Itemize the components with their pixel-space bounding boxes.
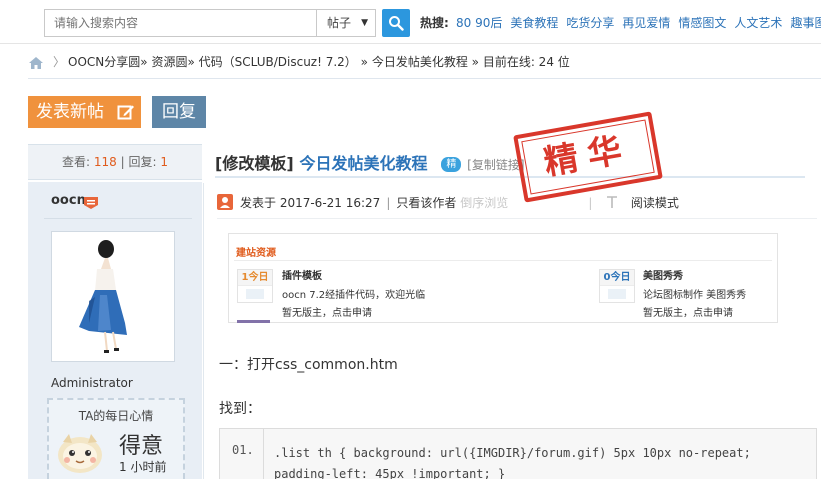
replies-count: 1: [160, 155, 168, 169]
online-count: 目前在线: 24 位: [482, 55, 570, 69]
search-button[interactable]: [382, 9, 410, 37]
forum-desc: oocn 7.2经插件代码，欢迎光临: [282, 290, 426, 301]
forum-icon: [246, 289, 264, 299]
thread-type-tag[interactable]: [修改模板]: [215, 154, 294, 173]
breadcrumb-item[interactable]: OOCN分享圆: [68, 55, 140, 69]
thread-stats: 查看: 118 | 回复: 1: [28, 144, 202, 180]
search-input[interactable]: [44, 9, 316, 37]
hot-search-link[interactable]: 人文艺术: [734, 16, 782, 30]
post-paragraph: 一：打开css_common.htm: [219, 357, 398, 373]
essence-stamp: 精华: [513, 111, 663, 203]
hot-search-label: 热搜:: [420, 16, 449, 30]
forum-moderator: 暂无版主，点击申请: [282, 308, 372, 319]
meta-separator: |: [386, 196, 391, 210]
code-line-number: 01.: [220, 429, 264, 479]
read-mode-icon: [606, 196, 617, 208]
essence-badge: 精: [441, 157, 462, 172]
code-block: 01. .list th { background: url({IMGDIR}/…: [219, 428, 817, 479]
hot-search-link[interactable]: 再见爱情: [622, 16, 670, 30]
new-post-button[interactable]: 发表新帖: [28, 96, 141, 128]
admin-badge-icon: [84, 197, 98, 209]
forum-count-box: 1今日: [237, 269, 273, 303]
post-meta: 发表于 2017-6-21 16:27 | 只看该作者 倒序浏览 | 阅读模式: [217, 193, 679, 213]
breadcrumb-separator: »: [140, 55, 148, 69]
avatar-image: [55, 235, 171, 358]
mood-title: TA的每日心情: [78, 409, 154, 423]
mood-value: 得意: [119, 434, 164, 459]
home-icon[interactable]: [28, 56, 44, 70]
thread-title: [修改模板] 今日发帖美化教程 精 [复制链接]: [215, 150, 525, 174]
post-paragraph: 找到：: [219, 401, 261, 417]
embed-accent-bar: [237, 320, 270, 323]
search-type-select[interactable]: 帖子 ▼: [316, 9, 376, 37]
chevron-down-icon: ▼: [361, 18, 368, 28]
search-bar: 帖子 ▼ 热搜: 80 90后美食教程吃货分享再见爱情情感图文人文艺术趣事图: [0, 0, 821, 44]
search-icon: [389, 16, 404, 31]
author-name[interactable]: oocn: [51, 193, 86, 208]
embed-section-title: 建站资源: [236, 248, 276, 259]
code-line: .list th { background: url({IMGDIR}/foru…: [274, 446, 759, 479]
forum-icon: [608, 289, 626, 299]
forum-count: 1今日: [238, 270, 272, 286]
post-icon: [217, 194, 233, 210]
breadcrumb-item[interactable]: 资源圆: [151, 55, 187, 69]
forum-desc: 论坛图标制作 美图秀秀: [643, 290, 747, 301]
breadcrumb-separator: »: [187, 55, 195, 69]
edit-icon: [117, 105, 134, 120]
only-author-link[interactable]: 只看该作者: [396, 196, 456, 210]
hot-search-link[interactable]: 情感图文: [678, 16, 726, 30]
breadcrumb-separator: 〉: [53, 55, 66, 69]
new-post-label: 发表新帖: [36, 102, 104, 122]
thread-title-text: 今日发帖美化教程: [299, 154, 428, 173]
hot-search-link[interactable]: 美食教程: [510, 16, 558, 30]
divider: [234, 260, 772, 261]
divider: [44, 218, 192, 219]
forum-moderator: 暂无版主，点击申请: [643, 308, 733, 319]
reply-button[interactable]: 回复: [152, 96, 206, 128]
read-mode-link[interactable]: 阅读模式: [631, 196, 679, 210]
breadcrumb-separator: »: [471, 55, 479, 69]
avatar[interactable]: [51, 231, 175, 362]
user-group[interactable]: Administrator: [51, 376, 133, 390]
copy-link[interactable]: [复制链接]: [467, 158, 524, 172]
breadcrumb-item[interactable]: 今日发帖美化教程: [372, 55, 468, 69]
divider: [215, 176, 805, 178]
divider: [203, 183, 204, 479]
daily-mood: TA的每日心情 得意 1 小时前: [47, 398, 185, 479]
post-time: 发表于 2017-6-21 16:27: [240, 196, 381, 210]
mood-time: 1 小时前: [119, 460, 167, 474]
forum-name: 插件模板: [282, 271, 322, 282]
reverse-order-link[interactable]: 倒序浏览: [460, 196, 508, 210]
breadcrumb-separator: »: [360, 55, 368, 69]
post-image: 建站资源 1今日 插件模板 oocn 7.2经插件代码，欢迎光临 暂无版主，点击…: [228, 233, 778, 323]
hot-search-link[interactable]: 80 90后: [456, 16, 502, 30]
replies-label: 回复:: [128, 155, 157, 169]
forum-count: 0今日: [600, 270, 634, 286]
divider: [217, 218, 817, 219]
forum-count-box: 0今日: [599, 269, 635, 303]
divider: [28, 78, 821, 79]
views-label: 查看:: [62, 155, 91, 169]
forum-name: 美图秀秀: [643, 271, 683, 282]
breadcrumb: 〉 OOCN分享圆» 资源圆» 代码（SCLUB/Discuz! 7.2） » 今…: [28, 50, 570, 74]
hot-search-link[interactable]: 趣事图: [790, 16, 821, 30]
views-count: 118: [93, 155, 117, 169]
hot-search-link[interactable]: 吃货分享: [566, 16, 614, 30]
mood-face-icon: [58, 434, 102, 473]
hot-search-list: 80 90后 美食教程 吃货分享 再见爱情 情感图文 人文艺术 趣事图: [456, 14, 821, 31]
breadcrumb-item[interactable]: 代码（SCLUB/Discuz! 7.2）: [199, 55, 357, 69]
search-type-label: 帖子: [327, 16, 352, 30]
